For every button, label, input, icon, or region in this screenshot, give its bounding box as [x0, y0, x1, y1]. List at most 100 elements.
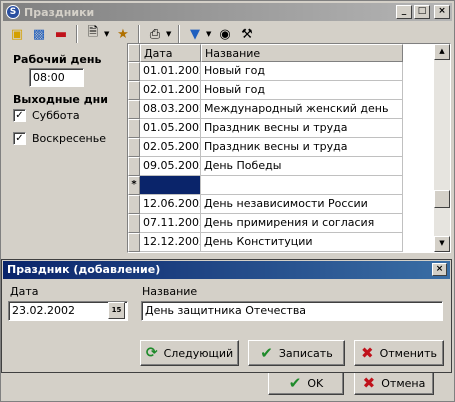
wizard-icon[interactable]: ★: [112, 24, 134, 44]
checkmark-icon: ✔: [288, 374, 302, 392]
table-row[interactable]: *: [128, 176, 403, 195]
row-indicator[interactable]: [128, 81, 140, 100]
cross-icon: ✖: [362, 374, 376, 392]
toolbar-separator: [178, 25, 180, 43]
row-indicator[interactable]: [128, 100, 140, 119]
table-row[interactable]: 01.05.2002 Праздник весны и труда: [128, 119, 403, 138]
name-label: Название: [142, 285, 198, 298]
name-cell[interactable]: Международный женский день: [201, 100, 403, 119]
date-cell[interactable]: 12.06.2002: [140, 195, 201, 214]
date-cell[interactable]: 02.01.2002: [140, 81, 201, 100]
calendar-icon[interactable]: 15: [108, 302, 125, 319]
row-indicator[interactable]: [128, 214, 140, 233]
name-cell[interactable]: Праздник весны и труда: [201, 119, 403, 138]
date-cell[interactable]: [140, 176, 201, 195]
add-holiday-dialog: Праздник (добавление) × Дата 23.02.2002 …: [1, 259, 452, 373]
row-indicator[interactable]: [128, 138, 140, 157]
dialog-close-button[interactable]: ×: [432, 263, 447, 276]
holidays-grid[interactable]: Дата Название 01.01.2002 Новый год 02.01.2…: [127, 43, 451, 253]
name-cell[interactable]: Новый год: [201, 62, 403, 81]
grid-header: Дата Название: [128, 44, 403, 62]
dialog-title: Праздник (добавление): [7, 263, 161, 276]
date-cell[interactable]: 09.05.2002: [140, 157, 201, 176]
add-multiple-icon[interactable]: ▩: [28, 24, 50, 44]
checkmark-icon: ✔: [260, 344, 273, 362]
saturday-checkbox[interactable]: ✓ Суббота: [13, 109, 80, 122]
table-row[interactable]: 02.01.2002 Новый год: [128, 81, 403, 100]
date-cell[interactable]: 02.05.2002: [140, 138, 201, 157]
cancel-footer-label: Отмена: [381, 376, 426, 390]
name-cell[interactable]: День Победы: [201, 157, 403, 176]
tools-icon[interactable]: ⚒: [236, 24, 258, 44]
cross-icon: ✖: [361, 344, 374, 362]
ok-label: OK: [307, 376, 324, 390]
date-cell[interactable]: 01.01.2002: [140, 62, 201, 81]
scroll-down-icon[interactable]: ▼: [434, 236, 450, 252]
name-cell[interactable]: [201, 176, 403, 195]
name-field[interactable]: День защитника Отечества: [141, 301, 443, 321]
table-row[interactable]: 02.05.2002 Праздник весны и труда: [128, 138, 403, 157]
minimize-button[interactable]: _: [396, 5, 412, 19]
toolbar-separator: [76, 25, 78, 43]
chevron-down-icon[interactable]: ▼: [104, 30, 112, 38]
remove-icon[interactable]: ▬: [50, 24, 72, 44]
scroll-thumb[interactable]: [434, 190, 450, 208]
window-titlebar[interactable]: S Праздники _ □ ×: [3, 3, 452, 21]
table-row[interactable]: 12.06.2002 День независимости России: [128, 195, 403, 214]
name-cell[interactable]: Новый год: [201, 81, 403, 100]
maximize-button[interactable]: □: [414, 5, 430, 19]
weekends-label: Выходные дни: [13, 93, 108, 106]
checkmark-icon: ✓: [13, 109, 26, 122]
row-indicator[interactable]: [128, 233, 140, 252]
table-row[interactable]: 08.03.2002 Международный женский день: [128, 100, 403, 119]
date-cell[interactable]: 12.12.2002: [140, 233, 201, 252]
save-label: Записать: [278, 346, 333, 360]
row-indicator[interactable]: [128, 62, 140, 81]
name-cell[interactable]: День Конституции: [201, 233, 403, 252]
sunday-checkbox[interactable]: ✓ Воскресенье: [13, 132, 106, 145]
row-indicator[interactable]: [128, 119, 140, 138]
add-folder-icon[interactable]: ▣: [6, 24, 28, 44]
table-row[interactable]: 07.11.2002 День примирения и согласия: [128, 214, 403, 233]
table-row[interactable]: 01.01.2002 Новый год: [128, 62, 403, 81]
close-button[interactable]: ×: [434, 5, 450, 19]
name-cell[interactable]: Праздник весны и труда: [201, 138, 403, 157]
app-icon: S: [6, 5, 20, 19]
window-title: Праздники: [24, 5, 95, 19]
name-cell[interactable]: День независимости России: [201, 195, 403, 214]
date-cell[interactable]: 07.11.2002: [140, 214, 201, 233]
next-label: Следующий: [163, 346, 234, 360]
cancel-label: Отменить: [379, 346, 437, 360]
print-icon[interactable]: ⎙: [144, 24, 166, 44]
cancel-footer-button[interactable]: ✖ Отмена: [354, 371, 434, 395]
checkmark-icon: ✓: [13, 132, 26, 145]
vertical-scrollbar[interactable]: ▲ ▼: [434, 44, 450, 252]
date-cell[interactable]: 08.03.2002: [140, 100, 201, 119]
chevron-down-icon[interactable]: ▼: [206, 30, 214, 38]
date-cell[interactable]: 01.05.2002: [140, 119, 201, 138]
ok-button[interactable]: ✔ OK: [268, 371, 344, 395]
workday-label: Рабочий день: [13, 53, 102, 66]
name-cell[interactable]: День примирения и согласия: [201, 214, 403, 233]
holidays-window: S Праздники _ □ × ▣ ▩ ▬ 🗎 ▼ ★ ⎙ ▼ ▼ ▼ ◉ …: [0, 0, 455, 402]
next-button[interactable]: ⟳ Следующий: [140, 340, 239, 366]
binoculars-icon[interactable]: ◉: [214, 24, 236, 44]
column-header-date[interactable]: Дата: [140, 44, 201, 62]
workday-field[interactable]: 08:00: [29, 68, 84, 87]
row-indicator[interactable]: [128, 157, 140, 176]
dialog-titlebar[interactable]: Праздник (добавление) ×: [3, 261, 450, 279]
cancel-button[interactable]: ✖ Отменить: [354, 340, 444, 366]
saturday-label: Суббота: [32, 109, 80, 122]
row-indicator[interactable]: [128, 195, 140, 214]
row-indicator[interactable]: *: [128, 176, 140, 195]
chevron-down-icon[interactable]: ▼: [166, 30, 174, 38]
table-row[interactable]: 09.05.2002 День Победы: [128, 157, 403, 176]
column-header-name[interactable]: Название: [201, 44, 403, 62]
scroll-up-icon[interactable]: ▲: [434, 44, 450, 60]
toolbar-separator: [138, 25, 140, 43]
document-icon[interactable]: 🗎: [82, 24, 104, 44]
filter-icon[interactable]: ▼: [184, 24, 206, 44]
save-button[interactable]: ✔ Записать: [248, 340, 345, 366]
date-label: Дата: [10, 285, 39, 298]
table-row[interactable]: 12.12.2002 День Конституции: [128, 233, 403, 252]
